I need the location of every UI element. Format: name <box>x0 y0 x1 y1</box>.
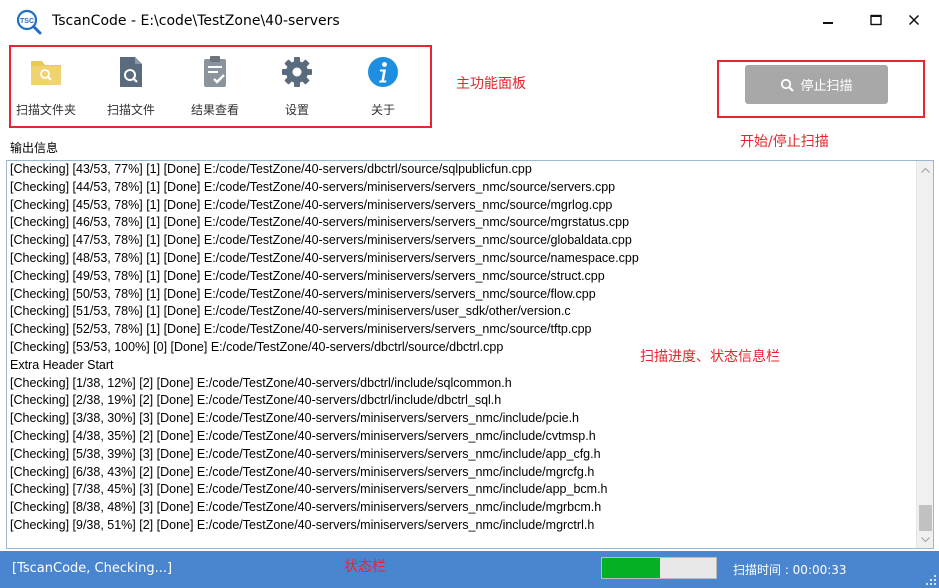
log-line: [Checking] [44/53, 78%] [1] [Done] E:/co… <box>10 179 616 194</box>
maximize-button[interactable] <box>858 6 894 34</box>
maximize-icon <box>870 14 882 26</box>
scan-file-button[interactable]: 扫描文件 <box>91 52 171 122</box>
status-bar-annotation: 状态栏 <box>344 559 386 575</box>
view-results-button[interactable]: 结果查看 <box>175 52 255 122</box>
progress-info-annotation: 扫描进度、状态信息栏 <box>640 349 780 365</box>
output-info-label: 输出信息 <box>10 141 59 155</box>
log-line: [Checking] [46/53, 78%] [1] [Done] E:/co… <box>10 215 630 230</box>
log-line: [Checking] [47/53, 78%] [1] [Done] E:/co… <box>10 233 632 248</box>
chevron-down-icon <box>921 536 930 542</box>
log-line: [Checking] [9/38, 51%] [2] [Done] E:/cod… <box>10 517 595 532</box>
resize-grip-icon[interactable] <box>926 575 936 585</box>
log-line: [Checking] [5/38, 39%] [3] [Done] E:/cod… <box>10 446 601 461</box>
log-line: [Checking] [45/53, 78%] [1] [Done] E:/co… <box>10 197 613 212</box>
scroll-down-button[interactable] <box>917 531 933 548</box>
window-title: TscanCode - E:\code\TestZone\40-servers <box>52 13 340 29</box>
stop-scan-button[interactable]: 停止扫描 <box>745 65 888 104</box>
log-line: [Checking] [48/53, 78%] [1] [Done] E:/co… <box>10 250 639 265</box>
about-button[interactable]: 关于 <box>343 52 423 122</box>
log-line: [Checking] [2/38, 19%] [2] [Done] E:/cod… <box>10 393 502 408</box>
log-scrollbar[interactable] <box>916 161 933 548</box>
search-icon <box>781 78 795 92</box>
log-line: [Checking] [4/38, 35%] [2] [Done] E:/cod… <box>10 428 596 443</box>
log-line: [Checking] [52/53, 78%] [1] [Done] E:/co… <box>10 322 592 337</box>
close-icon <box>908 14 920 26</box>
log-line: [Checking] [43/53, 77%] [1] [Done] E:/co… <box>10 162 532 176</box>
main-panel-annotation: 主功能面板 <box>456 76 526 92</box>
log-line: [Checking] [3/38, 30%] [3] [Done] E:/cod… <box>10 411 580 426</box>
close-button[interactable] <box>896 6 932 34</box>
file-search-icon <box>120 57 142 87</box>
stop-scan-label: 停止扫描 <box>800 79 853 94</box>
log-line: [Checking] [50/53, 78%] [1] [Done] E:/co… <box>10 286 596 301</box>
log-line: [Checking] [8/38, 48%] [3] [Done] E:/cod… <box>10 500 602 515</box>
about-label: 关于 <box>370 103 395 117</box>
log-line: [Checking] [1/38, 12%] [2] [Done] E:/cod… <box>10 375 512 390</box>
clipboard-check-icon <box>204 56 226 87</box>
output-log[interactable]: [Checking] [43/53, 77%] [1] [Done] E:/co… <box>6 160 934 549</box>
view-results-label: 结果查看 <box>190 103 239 117</box>
folder-search-icon <box>31 61 61 85</box>
gear-icon <box>282 57 312 87</box>
log-line: [Checking] [49/53, 78%] [1] [Done] E:/co… <box>10 268 605 283</box>
info-icon <box>368 57 398 87</box>
settings-button[interactable]: 设置 <box>257 52 337 122</box>
minimize-button[interactable] <box>810 6 846 34</box>
status-bar: [TscanCode, Checking...] 扫描时间 : 00:00:33 <box>0 551 939 588</box>
scan-time: 扫描时间 : 00:00:33 <box>733 563 847 577</box>
scan-folder-label: 扫描文件夹 <box>15 103 76 117</box>
svg-text:TSC: TSC <box>20 18 34 25</box>
log-line: [Checking] [51/53, 78%] [1] [Done] E:/co… <box>10 304 571 319</box>
scan-file-label: 扫描文件 <box>106 103 155 117</box>
minimize-icon <box>823 22 833 24</box>
progress-fill <box>602 558 661 578</box>
log-line: [Checking] [6/38, 43%] [2] [Done] E:/cod… <box>10 464 595 479</box>
title-bar: TSC TscanCode - E:\code\TestZone\40-serv… <box>0 0 939 42</box>
start-stop-annotation: 开始/停止扫描 <box>740 134 829 150</box>
scroll-thumb[interactable] <box>919 505 932 531</box>
scan-folder-button[interactable]: 扫描文件夹 <box>6 52 86 122</box>
scan-progress-bar <box>601 557 717 579</box>
log-line: [Checking] [7/38, 45%] [3] [Done] E:/cod… <box>10 482 608 497</box>
chevron-up-icon <box>921 167 930 173</box>
status-text: [TscanCode, Checking...] <box>12 561 173 576</box>
tsc-search-logo-icon: TSC <box>16 9 42 35</box>
scroll-up-button[interactable] <box>917 161 933 178</box>
settings-label: 设置 <box>284 103 309 117</box>
